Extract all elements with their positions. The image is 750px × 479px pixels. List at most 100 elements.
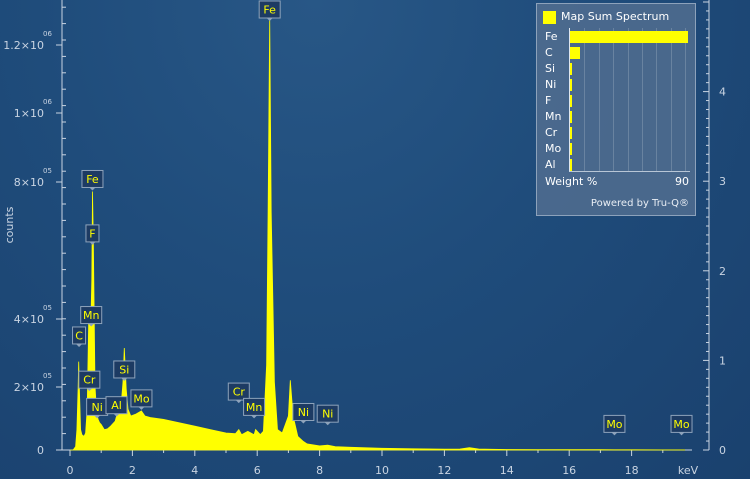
x-tick-label: 16: [562, 464, 576, 477]
right-tick-label: 2: [719, 265, 726, 278]
peak-label: Mo: [603, 414, 626, 436]
peak-label: Mn: [80, 306, 103, 327]
peak-label: Cr: [78, 370, 101, 392]
legend-swatch: [543, 11, 556, 24]
weight-row: Fe: [537, 29, 695, 45]
y-tick-label: 1.2×10: [3, 39, 44, 52]
peak-label: C: [72, 326, 87, 347]
peak-label-pointer: [89, 187, 96, 191]
peak-label-pointer: [251, 415, 258, 419]
powered-by-text: Powered by Tru-Q®: [590, 198, 689, 209]
right-tick-label: 1: [719, 354, 726, 367]
peak-label-text: Fe: [263, 4, 276, 17]
x-tick-label: 18: [625, 464, 639, 477]
y-tick-exponent: 05: [43, 304, 52, 312]
weight-row: Si: [537, 61, 695, 77]
peak-label-text: Mo: [606, 418, 622, 431]
peak-label: Mn: [243, 397, 266, 419]
weight-row: Ni: [537, 77, 695, 93]
peak-label: Ni: [316, 404, 339, 426]
weight-row-label: C: [545, 46, 553, 59]
weight-row-label: F: [545, 94, 552, 107]
legend-panel: Map Sum Spectrum Fe C Si Ni F Mn Cr Mo Al Weight…: [536, 3, 696, 216]
x-tick-label: 12: [437, 464, 451, 477]
weight-row-label: Al: [545, 158, 556, 171]
x-tick-label: 2: [129, 464, 136, 477]
peak-label-text: Ni: [298, 406, 309, 419]
weight-row-label: Ni: [545, 78, 557, 91]
x-tick-label: 6: [254, 464, 261, 477]
y-tick-exponent: 06: [43, 30, 52, 38]
x-tick-label: 10: [375, 464, 389, 477]
peak-label: F: [85, 224, 100, 245]
right-tick-label: 4: [719, 86, 726, 99]
y-tick-label: 2×10: [14, 381, 44, 394]
weight-row-label: Mo: [545, 142, 562, 155]
y-axis-label: counts: [3, 206, 16, 243]
weight-row: Mn: [537, 109, 695, 125]
x-tick-label: 0: [67, 464, 74, 477]
peak-label-text: Mn: [246, 401, 262, 414]
peak-label-text: Cr: [83, 374, 96, 387]
peak-label-text: Cr: [233, 386, 246, 399]
y-tick-label: 0: [37, 444, 44, 457]
y-tick-exponent: 05: [43, 167, 52, 175]
peak-label-pointer: [76, 343, 83, 347]
peak-label: Ni: [86, 397, 109, 419]
weight-row-label: Cr: [545, 126, 558, 139]
peak-label-text: F: [89, 227, 95, 240]
peak-label: Al: [105, 396, 128, 417]
x-tick-label: 8: [316, 464, 323, 477]
weight-bar: [570, 31, 688, 43]
y-tick-label: 4×10: [14, 313, 44, 326]
x-axis-label: keV: [678, 464, 699, 477]
weight-bar: [570, 95, 572, 107]
weight-bar: [570, 63, 572, 75]
peak-label-pointer: [611, 432, 618, 436]
weight-row-label: Mn: [545, 110, 562, 123]
peak-label-pointer: [678, 432, 685, 436]
legend-title: Map Sum Spectrum: [561, 10, 670, 23]
weight-bar: [570, 79, 572, 91]
y-tick-exponent: 06: [43, 98, 52, 106]
right-tick-label: 3: [719, 175, 726, 188]
y-tick-label: 8×10: [14, 176, 44, 189]
weight-bar: [570, 127, 572, 139]
weight-row-label: Si: [545, 62, 556, 75]
peak-label-text: Mn: [83, 309, 99, 322]
peak-label-pointer: [138, 406, 145, 410]
peak-label-pointer: [121, 377, 128, 381]
peak-label: Ni: [292, 402, 315, 424]
weight-bar: [570, 143, 572, 155]
y-tick-label: 1×10: [14, 107, 44, 120]
peak-label-text: Fe: [86, 173, 99, 186]
weight-row: Mo: [537, 141, 695, 157]
peak-label: Mo: [130, 389, 153, 410]
weight-bar: [570, 111, 572, 123]
peak-label-pointer: [235, 400, 242, 404]
x-tick-label: 4: [191, 464, 198, 477]
peak-label: Fe: [258, 0, 281, 21]
weight-axis-max: 90: [675, 175, 689, 188]
y-tick-exponent: 05: [43, 372, 52, 380]
weight-bar: [570, 47, 580, 59]
weight-row: Cr: [537, 125, 695, 141]
peak-label: Mo: [670, 414, 693, 436]
weight-row: Al: [537, 157, 695, 173]
peak-label-pointer: [89, 241, 96, 245]
peak-label-text: Ni: [91, 401, 102, 414]
peak-label-pointer: [300, 420, 307, 424]
right-axis-ticks: 0 1 2 3 4: [703, 1, 726, 457]
peak-label-text: Mo: [133, 392, 149, 405]
peak-label-text: Al: [111, 399, 122, 412]
peak-label-text: Si: [119, 363, 129, 376]
peak-label-text: Ni: [322, 408, 333, 421]
x-axis-ticks: 0 2 4 6 8 10 12 14 16 18: [67, 450, 664, 477]
weight-row: F: [537, 93, 695, 109]
peak-label-text: C: [75, 329, 83, 342]
spectrum-view: 0 2×10 05 4×10 05 8×10 05 1×10 06 1.2×10 06 024681…: [0, 0, 750, 479]
peak-label-pointer: [266, 18, 273, 21]
right-tick-label: 0: [719, 444, 726, 457]
weight-row-label: Fe: [545, 30, 558, 43]
peak-label-text: Mo: [673, 418, 689, 431]
